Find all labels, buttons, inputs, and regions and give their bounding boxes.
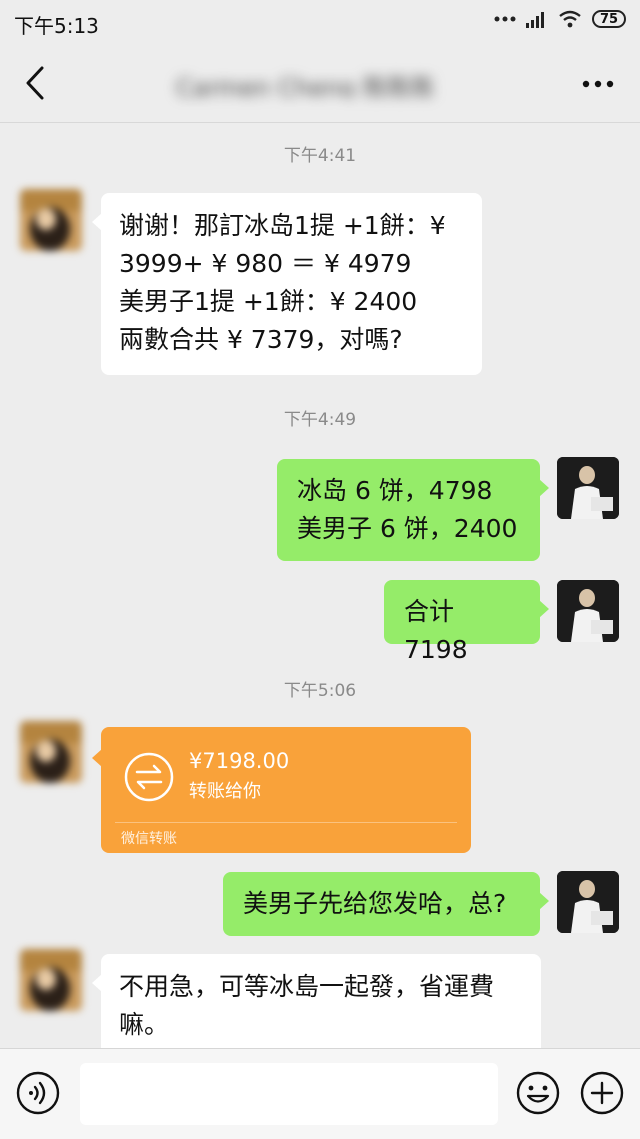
message-bubble[interactable]: 谢谢！那訂冰岛1提 +1餅：¥ 3999+ ¥ 980 ＝ ¥ 4979 美男子… [92,193,482,375]
emoji-icon[interactable] [516,1071,560,1115]
message-bubble[interactable]: 美男子先给您发哈，总? [223,872,549,936]
message-line: 合计 7198 [404,597,468,664]
message-bubble[interactable]: 冰岛 6 饼，4798 美男子 6 饼，2400 [277,459,549,561]
timestamp: 下午4:49 [283,410,357,430]
signal-icon [526,12,544,28]
contact-avatar[interactable] [20,721,82,783]
contact-name: Carmen Cheng 陈陈陈 [176,74,435,98]
message-bubble[interactable]: 不用急，可等冰島一起發，省運費 嘛。 [92,954,541,1048]
status-icons: 75 [494,10,626,28]
timestamp: 下午4:41 [283,146,357,166]
input-bar [0,1048,640,1139]
ellipsis-icon [494,16,516,22]
message-line: 美男子 6 饼，2400 [297,514,518,543]
transfer-brand-label: 微信转账 [121,831,177,847]
battery-indicator: 75 [592,10,626,28]
divider [115,822,457,823]
message-list[interactable]: 下午4:41 谢谢！那訂冰岛1提 +1餅：¥ 3999+ ¥ 980 ＝ ¥ 4… [0,123,640,1048]
money-transfer-card[interactable]: ¥7198.00 转账给你 微信转账 [92,727,471,853]
message-line: 兩數合共 ¥ 7379，对嗎? [119,325,403,354]
plus-icon[interactable] [580,1071,624,1115]
my-avatar[interactable] [557,457,619,519]
message-line: 冰岛 6 饼，4798 [297,476,493,505]
message-line: 美男子1提 +1餅：¥ 2400 [119,287,418,316]
transfer-arrows-icon [124,752,174,802]
chat-header: Carmen Cheng 陈陈陈 [0,44,640,123]
status-bar: 下午5:13 75 [0,0,640,44]
message-line: 嘛。 [119,1010,170,1039]
back-chevron-icon[interactable] [18,64,52,102]
transfer-amount: ¥7198.00 [189,749,290,773]
transfer-note: 转账给你 [189,781,261,802]
contact-avatar[interactable] [20,189,82,251]
message-line: 美男子先给您发哈，总? [243,889,507,918]
message-line: 不用急，可等冰島一起發，省運費 [119,972,495,1001]
timestamp: 下午5:06 [283,681,357,701]
more-dots-icon[interactable] [578,70,618,98]
message-line: 谢谢！那訂冰岛1提 +1餅：¥ [119,211,446,240]
message-input[interactable] [80,1063,498,1125]
status-time: 下午5:13 [14,14,99,38]
wifi-icon [559,10,581,28]
my-avatar[interactable] [557,871,619,933]
contact-avatar[interactable] [20,949,82,1011]
message-bubble[interactable]: 合计 7198 [384,580,549,664]
message-line: 3999+ ¥ 980 ＝ ¥ 4979 [119,249,412,278]
my-avatar[interactable] [557,580,619,642]
voice-icon[interactable] [16,1071,60,1115]
